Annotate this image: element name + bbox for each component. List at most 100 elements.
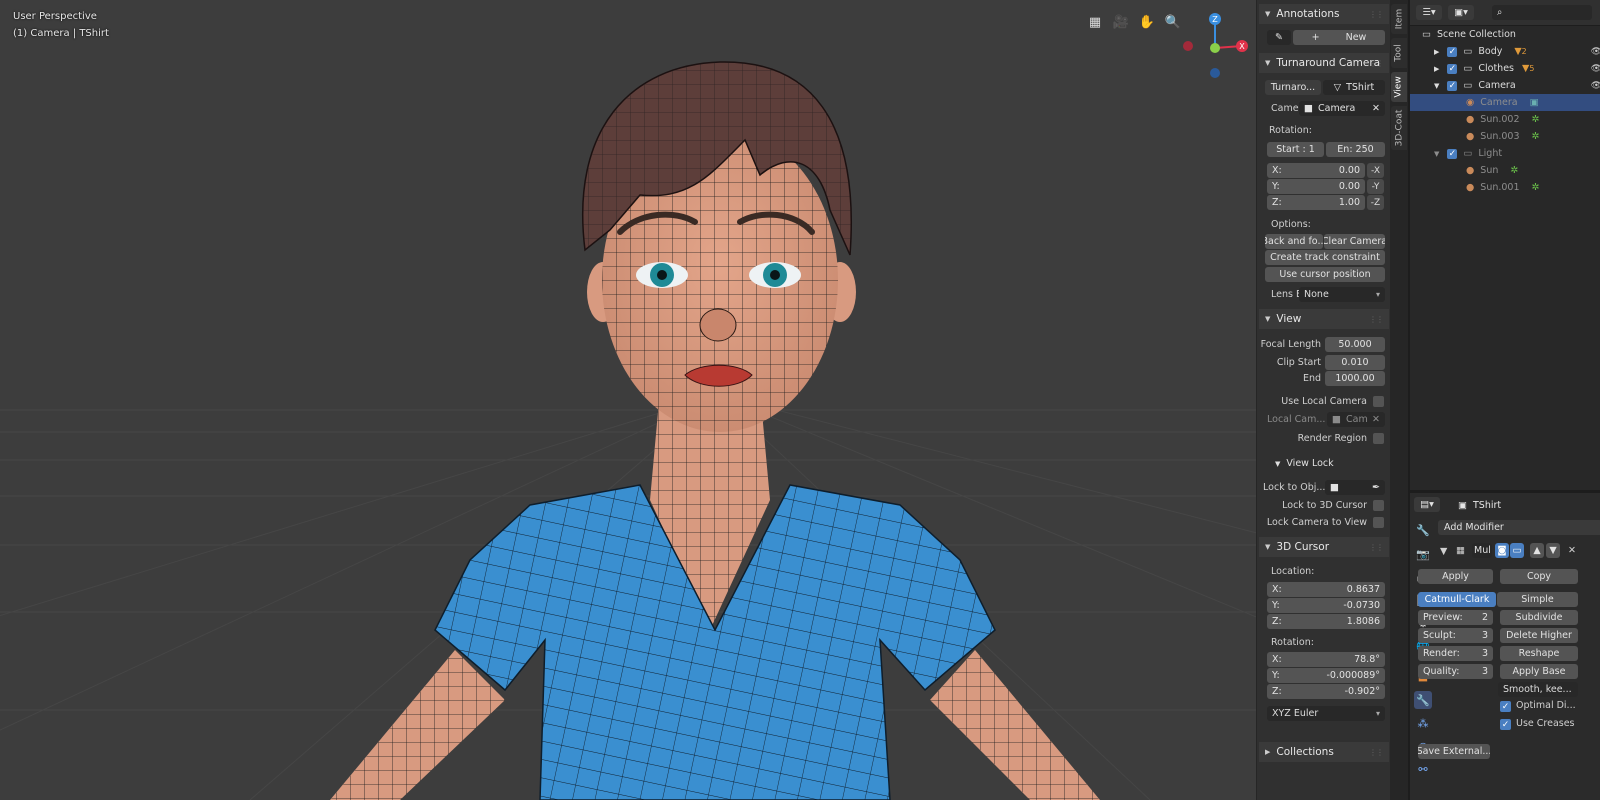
use-creases-checkbox[interactable]: ✓: [1500, 719, 1511, 730]
outliner-row-sun-003[interactable]: ● Sun.003 ✲: [1410, 128, 1600, 145]
tab-view[interactable]: View: [1391, 72, 1407, 102]
outliner-row-light[interactable]: ▼ ✓ ▭ Light: [1410, 145, 1600, 162]
sun-icon: ✲: [1531, 114, 1540, 125]
show-render-icon[interactable]: ◙: [1495, 543, 1509, 558]
reshape-button[interactable]: Reshape: [1500, 646, 1578, 661]
sculpt-levels-field[interactable]: Sculpt: 3: [1418, 628, 1493, 643]
lock-camera-view-checkbox[interactable]: [1373, 517, 1384, 528]
turnaround-tab[interactable]: Turnaro...: [1265, 80, 1321, 95]
add-modifier-button[interactable]: Add Modifier: [1438, 520, 1600, 535]
outliner-row-sun[interactable]: ● Sun ✲: [1410, 162, 1600, 179]
clip-start-field[interactable]: 0.010: [1325, 355, 1385, 370]
lock-camera-view-label: Lock Camera to View: [1266, 517, 1367, 528]
modifier-name-field[interactable]: Mul: [1472, 543, 1492, 558]
view-header[interactable]: ▼ View ⋮⋮: [1259, 309, 1389, 329]
annotation-tool-icon[interactable]: ✎: [1267, 30, 1291, 45]
display-mode-icon[interactable]: ▣▾: [1448, 5, 1474, 20]
start-frame-field[interactable]: Start : 1: [1267, 142, 1324, 157]
cursor-location-x[interactable]: X: 0.8637: [1267, 582, 1385, 597]
lock-3d-cursor-checkbox[interactable]: [1373, 500, 1384, 511]
editor-type-icon[interactable]: ☰▾: [1416, 5, 1442, 20]
collection-icon: ▭: [1463, 80, 1473, 91]
outliner-row-camera-object[interactable]: ◉ Camera ▣: [1410, 94, 1600, 111]
use-cursor-position-button[interactable]: Use cursor position: [1265, 267, 1385, 282]
modifier-collapse-toggle[interactable]: ▼: [1440, 546, 1447, 557]
subdivide-button[interactable]: Subdivide: [1500, 610, 1578, 625]
negate-z-button[interactable]: -Z: [1367, 195, 1384, 210]
create-track-constraint-button[interactable]: Create track constraint: [1265, 250, 1385, 265]
simple-button[interactable]: Simple: [1497, 592, 1578, 607]
cursor-rotation-z[interactable]: Z: -0.902°: [1267, 684, 1385, 699]
pan-hand-icon[interactable]: ✋: [1136, 11, 1158, 33]
lens-dropdown[interactable]: None ▾: [1299, 287, 1385, 302]
delete-higher-button[interactable]: Delete Higher: [1500, 628, 1578, 643]
tab-3d-coat[interactable]: 3D-Coat: [1391, 106, 1407, 150]
cursor-location-y[interactable]: Y: -0.0730: [1267, 598, 1385, 613]
clip-end-field[interactable]: 1000.00: [1325, 371, 1385, 386]
outliner-row-sun-001[interactable]: ● Sun.001 ✲: [1410, 179, 1600, 196]
quality-field[interactable]: Quality: 3: [1418, 664, 1493, 679]
end-frame-field[interactable]: En: 250: [1326, 142, 1385, 157]
use-local-camera-checkbox[interactable]: [1373, 396, 1384, 407]
3d-viewport[interactable]: User Perspective (1) Camera | TShirt ▦ 🎥…: [0, 0, 1256, 800]
collections-header[interactable]: ▶ Collections ⋮⋮: [1259, 742, 1389, 762]
turnaround-x-field[interactable]: X: 0.00: [1267, 163, 1365, 178]
cursor-rotation-y[interactable]: Y: -0.000089°: [1267, 668, 1385, 683]
outliner-row-body[interactable]: ▶ ✓ ▭ Body ▼ 2 👁: [1410, 43, 1600, 60]
tshirt-tab[interactable]: ▽ TShirt: [1323, 80, 1385, 95]
remove-modifier-icon[interactable]: ✕: [1568, 545, 1576, 556]
cursor-rotation-x[interactable]: X: 78.8°: [1267, 652, 1385, 667]
apply-button[interactable]: Apply: [1418, 569, 1493, 584]
catmull-clark-button[interactable]: Catmull-Clark: [1418, 592, 1496, 607]
negate-y-button[interactable]: -Y: [1367, 179, 1384, 194]
apply-base-button[interactable]: Apply Base: [1500, 664, 1578, 679]
3d-cursor-header[interactable]: ▼ 3D Cursor ⋮⋮: [1259, 537, 1389, 557]
chevron-down-icon: ▾: [1375, 290, 1380, 299]
cursor-location-z[interactable]: Z: 1.8086: [1267, 614, 1385, 629]
viewport-scene: [0, 61, 1256, 800]
outliner-row-sun-002[interactable]: ● Sun.002 ✲: [1410, 111, 1600, 128]
copy-button[interactable]: Copy: [1500, 569, 1578, 584]
outliner-row-clothes[interactable]: ▶ ✓ ▭ Clothes ▼ 5 👁: [1410, 60, 1600, 77]
negate-x-button[interactable]: -X: [1367, 163, 1384, 178]
sun-icon: ✲: [1510, 165, 1519, 176]
tab-tool[interactable]: Tool: [1391, 38, 1407, 68]
render-levels-field[interactable]: Render: 3: [1418, 646, 1493, 661]
show-viewport-icon[interactable]: ▭: [1510, 543, 1524, 558]
lock-to-object-field[interactable]: ■ ✒: [1325, 480, 1385, 495]
local-camera-field[interactable]: ■ Cam ✕: [1327, 412, 1385, 427]
render-properties-icon[interactable]: 📷: [1414, 545, 1432, 563]
preview-levels-field[interactable]: Preview: 2: [1418, 610, 1493, 625]
optimal-display-checkbox[interactable]: ✓: [1500, 701, 1511, 712]
back-and-forth-button[interactable]: Back and fo...: [1265, 234, 1323, 249]
focal-length-field[interactable]: 50.000: [1325, 337, 1385, 352]
move-down-icon[interactable]: ▼: [1546, 543, 1560, 558]
scene-collection-row[interactable]: ▭ Scene Collection: [1410, 26, 1600, 43]
outliner-row-camera-collection[interactable]: ▼ ✓ ▭ Camera 👁: [1410, 77, 1600, 94]
turnaround-camera-header[interactable]: ▼ Turnaround Camera ⋮⋮: [1259, 53, 1389, 73]
outliner-search-input[interactable]: ⌕: [1492, 5, 1592, 20]
particles-icon[interactable]: ⁂: [1414, 714, 1432, 732]
view-lock-header[interactable]: ▼ View Lock: [1275, 458, 1334, 469]
uv-smooth-dropdown[interactable]: Smooth, kee...: [1498, 682, 1578, 697]
grid-view-icon[interactable]: ▦: [1084, 11, 1106, 33]
turnaround-z-field[interactable]: Z: 1.00: [1267, 195, 1365, 210]
render-region-checkbox[interactable]: [1373, 433, 1384, 444]
turnaround-y-field[interactable]: Y: 0.00: [1267, 179, 1365, 194]
constraints-icon[interactable]: ⚯: [1414, 760, 1432, 778]
save-external-button[interactable]: Save External...: [1418, 744, 1490, 759]
modifier-properties-icon[interactable]: 🔧: [1414, 691, 1432, 709]
clear-x-icon[interactable]: ✕: [1372, 103, 1380, 114]
properties-editor-type-icon[interactable]: ▤▾: [1414, 497, 1440, 512]
clear-camera-button[interactable]: Clear Camera: [1324, 234, 1385, 249]
annotation-new-button[interactable]: + New: [1293, 30, 1385, 45]
annotations-header[interactable]: ▼ Annotations ⋮⋮: [1259, 4, 1389, 24]
rotation-mode-dropdown[interactable]: XYZ Euler ▾: [1267, 706, 1385, 721]
move-up-icon[interactable]: ▲: [1530, 543, 1544, 558]
camera-view-icon[interactable]: 🎥: [1110, 11, 1132, 33]
camera-field[interactable]: ■ Camera ✕: [1299, 101, 1385, 116]
tool-properties-icon[interactable]: 🔧: [1414, 521, 1432, 539]
navigation-gizmo[interactable]: Z X: [1172, 10, 1256, 80]
tab-item[interactable]: Item: [1391, 4, 1407, 34]
mesh-icon: ▣: [1458, 500, 1467, 511]
